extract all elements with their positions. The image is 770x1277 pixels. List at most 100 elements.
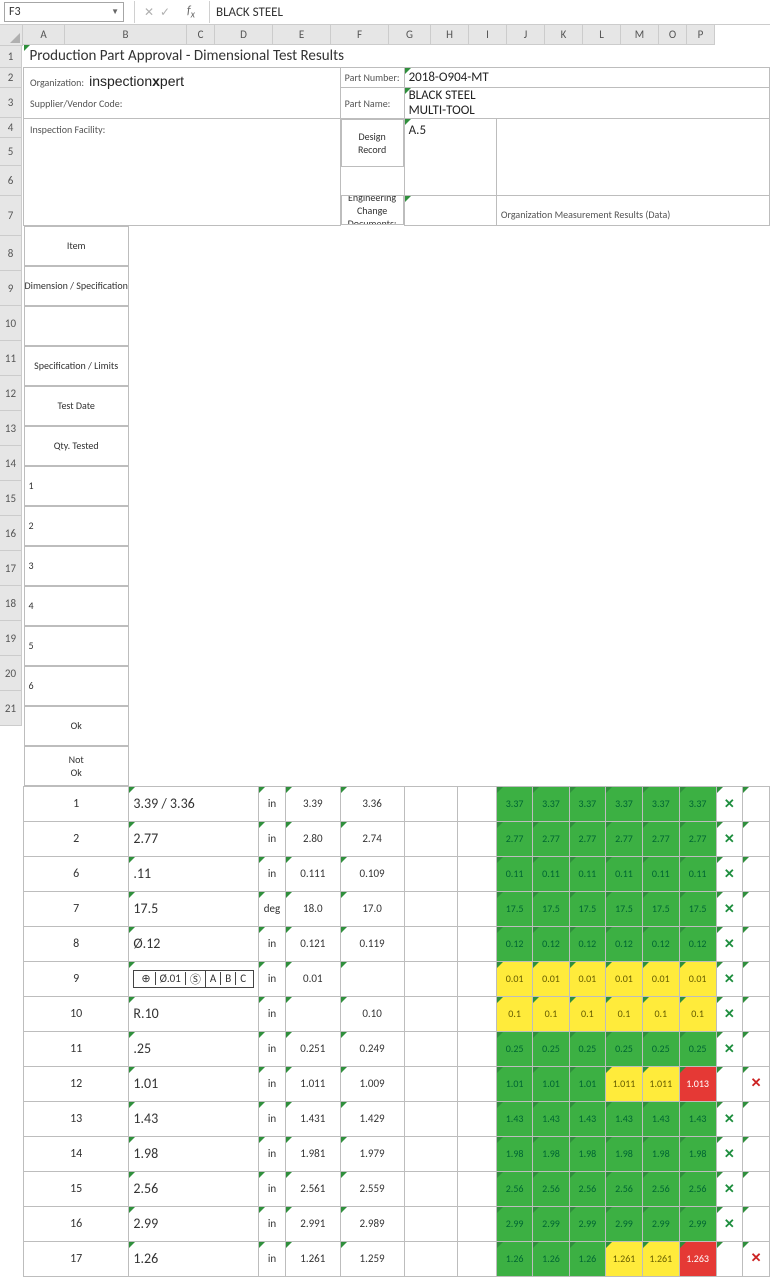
measurement-2: 0.1 [533, 996, 569, 1031]
row-header-2[interactable]: 2 [0, 68, 22, 88]
measurement-4: 3.37 [606, 786, 643, 821]
spec-upper: 0.01 [285, 961, 340, 996]
row-header-12[interactable]: 12 [0, 376, 22, 411]
measurement-1: 1.98 [496, 1136, 532, 1171]
qty-tested [458, 786, 497, 821]
row-header-18[interactable]: 18 [0, 586, 22, 621]
column-header-M[interactable]: M [621, 25, 659, 45]
spec-lower [340, 961, 404, 996]
row-header-15[interactable]: 15 [0, 481, 22, 516]
row-header-1[interactable]: 1 [0, 46, 22, 68]
qty-tested [458, 1031, 497, 1066]
spec-upper: 0.121 [285, 926, 340, 961]
row-header-8[interactable]: 8 [0, 236, 22, 271]
row-header-21[interactable]: 21 [0, 691, 22, 726]
column-header-J[interactable]: J [507, 25, 545, 45]
measurement-5: 0.12 [642, 926, 679, 961]
column-header-G[interactable]: G [389, 25, 431, 45]
item-number: 7 [24, 891, 129, 926]
measurement-5: 17.5 [642, 891, 679, 926]
item-number: 9 [24, 961, 129, 996]
row-header-14[interactable]: 14 [0, 446, 22, 481]
row-header-6[interactable]: 6 [0, 166, 22, 196]
measurement-3: 1.98 [569, 1136, 605, 1171]
row-header-11[interactable]: 11 [0, 341, 22, 376]
column-header-H[interactable]: H [431, 25, 469, 45]
column-header-P[interactable]: P [687, 25, 715, 45]
row-header-20[interactable]: 20 [0, 656, 22, 691]
unit: in [259, 1206, 286, 1241]
measurement-1: 2.99 [496, 1206, 532, 1241]
column-header-F[interactable]: F [331, 25, 389, 45]
row-header-16[interactable]: 16 [0, 516, 22, 551]
measurement-4: 17.5 [606, 891, 643, 926]
organization-value: inspectionxpert [89, 73, 184, 89]
test-date [404, 1241, 458, 1276]
fx-icon[interactable]: fx [187, 4, 195, 20]
column-header-A[interactable]: A [23, 25, 65, 45]
row-header-5[interactable]: 5 [0, 138, 22, 166]
measurement-3: 0.01 [569, 961, 605, 996]
dimension-spec: .11 [129, 856, 259, 891]
test-date [404, 891, 458, 926]
measurement-5: 0.11 [642, 856, 679, 891]
measurement-1: 0.25 [496, 1031, 532, 1066]
test-date [404, 1031, 458, 1066]
column-header-O[interactable]: O [659, 25, 687, 45]
row-header-13[interactable]: 13 [0, 411, 22, 446]
ok-mark: ✕ [716, 786, 743, 821]
measurement-3: 2.99 [569, 1206, 605, 1241]
spec-lower: 0.119 [340, 926, 404, 961]
row-header-19[interactable]: 19 [0, 621, 22, 656]
column-header-D[interactable]: D [215, 25, 273, 45]
column-header-C[interactable]: C [187, 25, 215, 45]
col-test-date: Test Date [24, 386, 129, 426]
measurement-2: 0.11 [533, 856, 569, 891]
column-header-B[interactable]: B [65, 25, 187, 45]
row-header-9[interactable]: 9 [0, 271, 22, 306]
row-header-7[interactable]: 7 [0, 196, 22, 236]
unit: in [259, 786, 286, 821]
cancel-formula-icon[interactable]: ✕ [141, 5, 157, 20]
item-number: 10 [24, 996, 129, 1031]
item-number: 11 [24, 1031, 129, 1066]
select-all-corner[interactable] [0, 25, 23, 46]
spec-upper: 1.981 [285, 1136, 340, 1171]
col-qty-tested: Qty. Tested [24, 426, 129, 466]
measurement-2: 1.01 [533, 1066, 569, 1101]
column-header-E[interactable]: E [273, 25, 331, 45]
spec-upper: 3.39 [285, 786, 340, 821]
measurement-3: 17.5 [569, 891, 605, 926]
row-header-17[interactable]: 17 [0, 551, 22, 586]
not-ok-mark [743, 1031, 770, 1066]
column-header-I[interactable]: I [469, 25, 507, 45]
column-header-L[interactable]: L [583, 25, 621, 45]
row-header-3[interactable]: 3 [0, 88, 22, 118]
name-box-dropdown-icon[interactable]: ▼ [111, 7, 119, 17]
formula-bar: F3 ▼ ✕ ✓ fx BLACK STEEL [0, 0, 770, 25]
measurement-4: 2.77 [606, 821, 643, 856]
ok-mark [716, 1066, 743, 1101]
item-number: 1 [24, 786, 129, 821]
row-header-10[interactable]: 10 [0, 306, 22, 341]
measurement-6: 0.25 [679, 1031, 716, 1066]
measurement-4: 1.98 [606, 1136, 643, 1171]
row-header-4[interactable]: 4 [0, 118, 22, 138]
test-date [404, 821, 458, 856]
unit: in [259, 1031, 286, 1066]
ok-mark: ✕ [716, 961, 743, 996]
qty-tested [458, 996, 497, 1031]
worksheet[interactable]: Production Part Approval - Dimensional T… [23, 45, 770, 1277]
dimension-spec: 2.56 [129, 1171, 259, 1206]
org-measurement-results-label: Organization Measurement Results (Data) [496, 195, 769, 225]
formula-value[interactable]: BLACK STEEL [216, 5, 283, 20]
accept-formula-icon[interactable]: ✓ [157, 5, 173, 20]
qty-tested [458, 891, 497, 926]
part-name-label: Part Name: [340, 88, 404, 119]
measurement-2: 1.26 [533, 1241, 569, 1276]
not-ok-mark [743, 786, 770, 821]
name-box[interactable]: F3 ▼ [4, 2, 124, 22]
column-header-K[interactable]: K [545, 25, 583, 45]
measurement-2: 17.5 [533, 891, 569, 926]
spec-lower: 0.249 [340, 1031, 404, 1066]
